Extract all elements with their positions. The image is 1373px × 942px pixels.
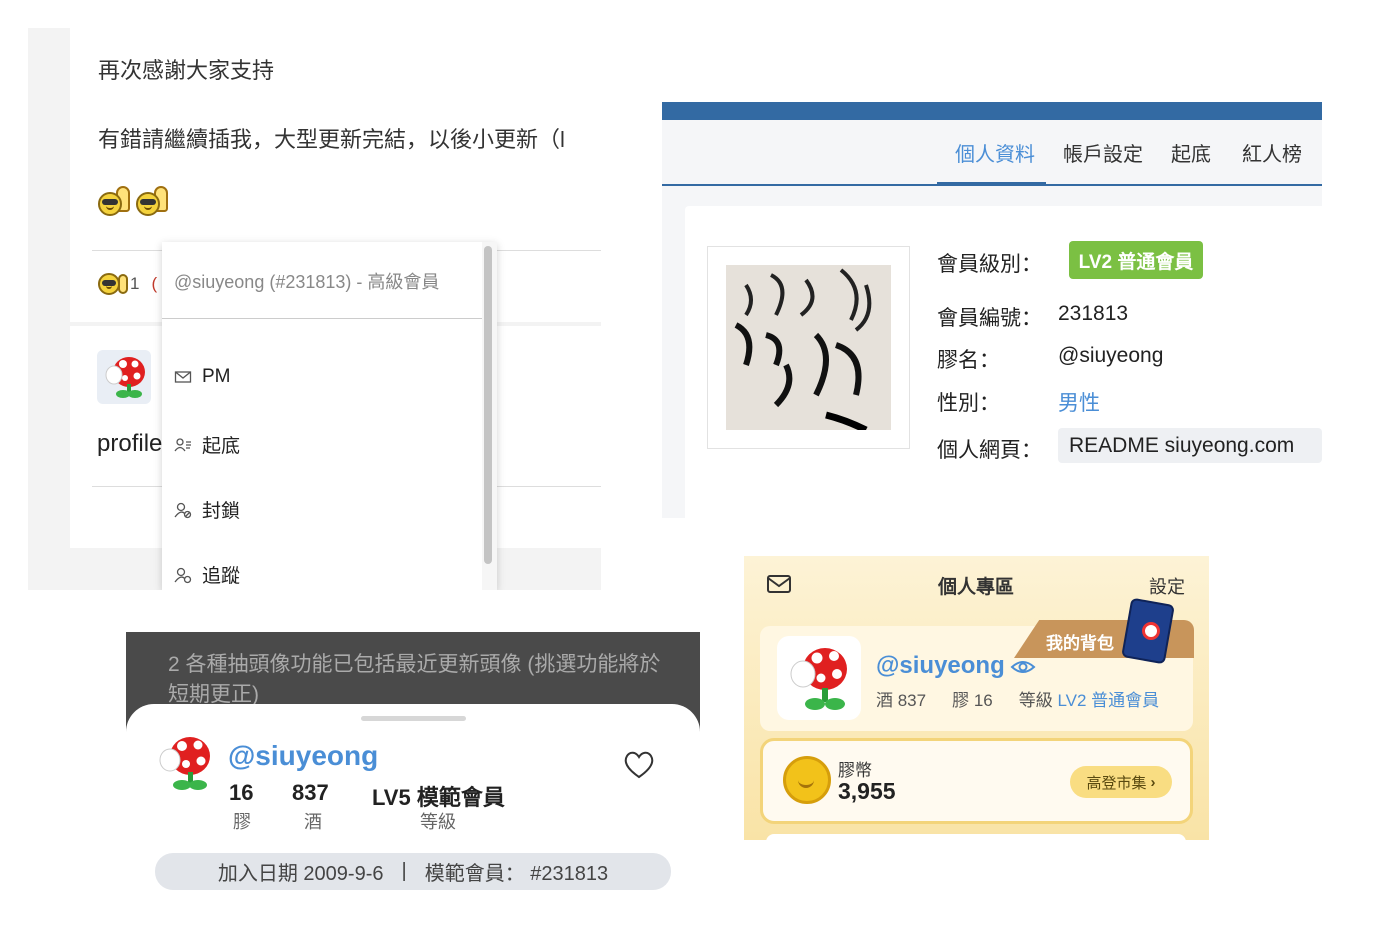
emoji-row [98, 186, 168, 216]
gender-label: 性別： [937, 392, 1000, 415]
calligraphy-image [726, 265, 891, 430]
website-label: 個人網頁： [937, 439, 1042, 462]
stat-glue-label: 膠 [233, 812, 251, 832]
top-bar [662, 102, 1322, 120]
profile-page-panel: 個人資料 帳戶設定 起底 紅人榜 會員級別： LV2 普通會員 會員編號： 23… [662, 102, 1322, 518]
avatar[interactable] [777, 636, 861, 720]
personal-zone-panel: 個人專區 設定 我的背包 @siuyeong 酒 837 膠 16 等級 LV2… [744, 556, 1209, 840]
user-list-icon [174, 437, 191, 451]
profile-label: profile [97, 430, 163, 457]
menu-header: @siuyeong (#231813) - 高級會員 [174, 272, 440, 292]
post-text-line1: 再次感謝大家支持 [98, 58, 275, 83]
level-label: 會員級別： [937, 253, 1042, 276]
clown-face-icon [1142, 622, 1160, 640]
settings-link[interactable]: 設定 [1149, 573, 1185, 599]
tab-profile-lookup[interactable]: 起底 [1171, 138, 1211, 167]
cool-smiley-icon [98, 186, 130, 216]
join-info-pill: 加入日期 2009-9-6 | 模範會員： #231813 [155, 853, 671, 890]
user-context-menu: @siuyeong (#231813) - 高級會員 PM 起底 封鎖 追蹤 [162, 242, 497, 590]
menu-item-profile-lookup[interactable]: 起底 [174, 431, 240, 458]
scrollbar-thumb[interactable] [484, 246, 492, 564]
nickname-label: 膠名： [937, 349, 1000, 372]
active-tab-indicator [937, 182, 1046, 185]
stat-wine-value: 837 [292, 780, 329, 805]
member-id-value: 231813 [1058, 302, 1129, 325]
mail-icon [174, 371, 192, 383]
avatar[interactable] [97, 350, 151, 404]
join-date: 加入日期 2009-9-6 [217, 863, 384, 885]
menu-item-block[interactable]: 封鎖 [174, 496, 240, 523]
tab-personal-info[interactable]: 個人資料 [955, 138, 1035, 167]
website-value[interactable]: README siuyeong.com [1058, 428, 1322, 463]
stat-level-prefix: 等級 [1018, 691, 1053, 710]
menu-item-pm[interactable]: PM [174, 366, 231, 388]
avatar[interactable] [150, 729, 218, 797]
profile-photo[interactable] [707, 246, 910, 449]
tab-account-settings[interactable]: 帳戶設定 [1063, 138, 1143, 167]
mobile-profile-sheet: 2 各種抽頭像功能已包括最近更新頭像 (挑選功能將於短期更正) @siuyeon… [126, 632, 700, 942]
stat-level: 等級 LV2 普通會員 [1019, 686, 1159, 711]
cool-smiley-icon [136, 186, 168, 216]
pill-divider: | [401, 860, 407, 882]
stat-wine: 酒 837 [876, 691, 927, 710]
like-smiley-icon [98, 273, 120, 295]
heart-icon[interactable] [622, 748, 656, 782]
stat-level-label: 等級 [420, 812, 456, 832]
stat-level-value: LV2 普通會員 [1057, 691, 1160, 710]
username: @siuyeong [228, 740, 379, 771]
user-block-icon [174, 502, 192, 518]
stat-glue-value: 16 [229, 780, 254, 805]
tab-ranking[interactable]: 紅人榜 [1242, 138, 1302, 167]
reaction-count: 1 [130, 274, 140, 293]
menu-item-label: PM [202, 366, 231, 387]
member-id-label: 會員編號： [937, 307, 1042, 330]
member-number: 模範會員： #231813 [424, 863, 609, 885]
menu-divider [162, 318, 482, 319]
sheet-grab-handle[interactable] [361, 716, 466, 721]
stat-wine-label: 酒 [304, 812, 322, 832]
coin-icon [783, 756, 831, 804]
mail-icon[interactable] [766, 574, 792, 594]
level-badge: LV2 普通會員 [1069, 241, 1203, 279]
user-stats: 酒 837 膠 16 等級 LV2 普通會員 [876, 686, 1159, 711]
zone-title: 個人專區 [938, 577, 1015, 598]
post-text-line2: 有錯請繼續插我，大型更新完結，以後小更新（l [98, 127, 565, 152]
user-follow-icon [174, 567, 192, 583]
eye-icon[interactable] [1010, 657, 1036, 677]
username: @siuyeong [876, 652, 1005, 679]
menu-item-follow[interactable]: 追蹤 [174, 561, 240, 588]
stat-glue: 膠 16 [952, 691, 993, 710]
forum-post-panel: 再次感謝大家支持 有錯請繼續插我，大型更新完結，以後小更新（l 1 ( prof… [28, 28, 601, 590]
market-label: 高登市集 [1086, 774, 1147, 792]
next-card-edge [766, 834, 1186, 840]
market-button[interactable]: 高登市集 › [1070, 766, 1172, 798]
menu-item-label: 封鎖 [202, 501, 241, 522]
background-post-text: 2 各種抽頭像功能已包括最近更新頭像 (挑選功能將於短期更正) [168, 653, 661, 706]
backpack-label[interactable]: 我的背包 [1046, 629, 1114, 654]
chevron-right-icon: › [1150, 773, 1156, 791]
menu-item-label: 起底 [202, 436, 241, 457]
nickname-value: @siuyeong [1058, 344, 1164, 367]
gender-value[interactable]: 男性 [1058, 387, 1100, 417]
reaction-button[interactable]: 1 ( [98, 273, 157, 295]
menu-item-label: 追蹤 [202, 566, 241, 587]
dislike-icon[interactable]: ( [151, 274, 157, 294]
coin-value: 3,955 [838, 778, 896, 804]
